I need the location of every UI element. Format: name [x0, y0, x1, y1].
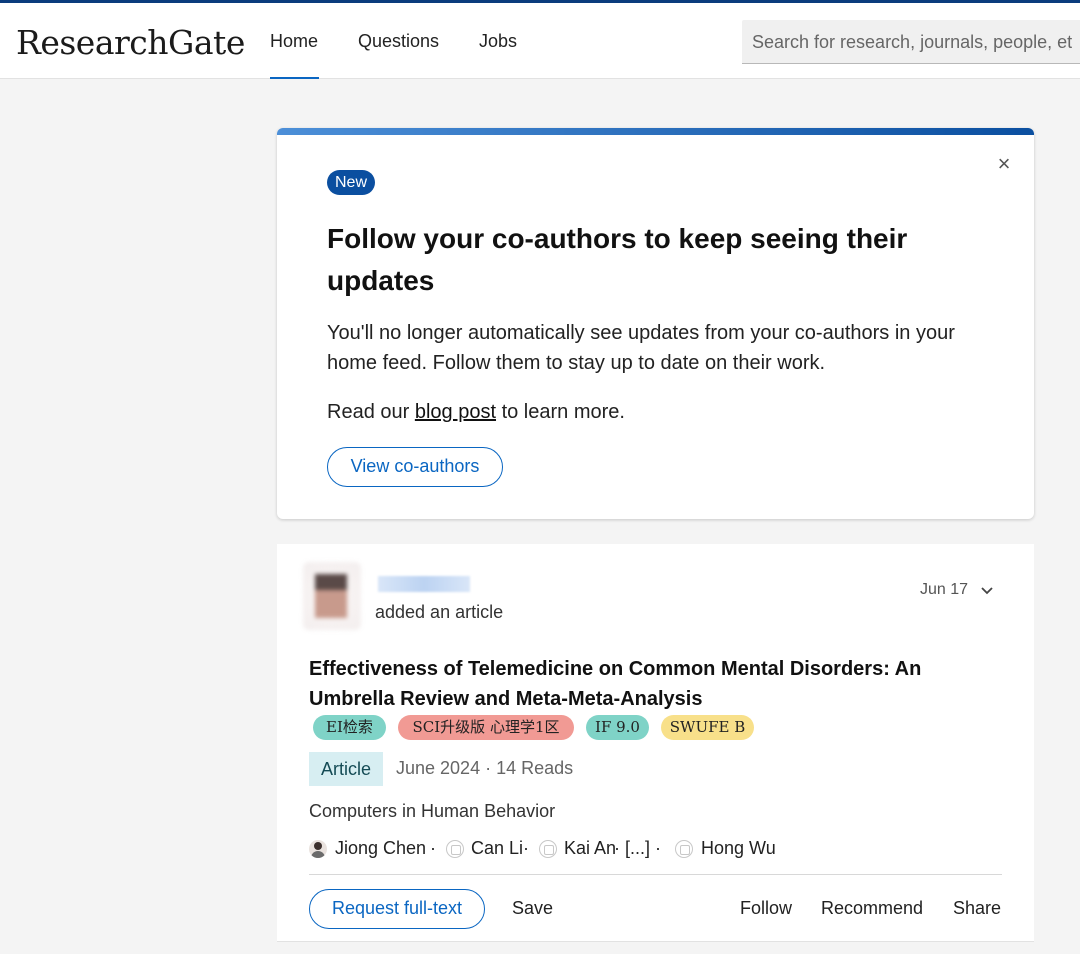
- author-placeholder-icon[interactable]: [675, 840, 693, 858]
- author-separator: ·: [430, 838, 436, 858]
- active-nav-indicator: [270, 77, 319, 79]
- article-type-badge: Article: [309, 752, 383, 786]
- author-name[interactable]: Hong Wu: [701, 838, 776, 859]
- tag-if: IF 9.0: [586, 715, 649, 740]
- blog-suffix: to learn more.: [496, 401, 625, 423]
- actions-divider: [309, 874, 1002, 875]
- blog-post-link[interactable]: blog post: [415, 401, 496, 423]
- nav-home[interactable]: Home: [270, 31, 318, 52]
- avatar[interactable]: [303, 562, 361, 630]
- blurred-author-name[interactable]: [378, 576, 470, 592]
- close-icon[interactable]: ×: [995, 153, 1013, 175]
- promo-accent-bar: [277, 128, 1034, 135]
- author-name[interactable]: Can Li: [471, 838, 523, 859]
- author-placeholder-icon[interactable]: [446, 840, 464, 858]
- nav-jobs[interactable]: Jobs: [479, 31, 517, 52]
- author-placeholder-icon[interactable]: [539, 840, 557, 858]
- co-authors-promo-card: × New Follow your co-authors to keep see…: [277, 128, 1034, 519]
- tag-sci: SCI升级版 心理学1区: [398, 715, 574, 740]
- article-title[interactable]: Effectiveness of Telemedicine on Common …: [309, 654, 989, 714]
- author-separator[interactable]: · [...] ·: [614, 838, 661, 859]
- top-navigation-bar: ResearchGate Home Questions Jobs Search …: [0, 0, 1080, 79]
- author-avatar-icon[interactable]: [309, 840, 327, 858]
- recommend-button[interactable]: Recommend: [821, 898, 923, 919]
- share-button[interactable]: Share: [953, 898, 1001, 919]
- activity-text: added an article: [375, 602, 504, 622]
- request-full-text-button[interactable]: Request full-text: [309, 889, 485, 929]
- post-date: Jun 17: [920, 581, 969, 598]
- promo-blog-line: Read our blog post to learn more.: [327, 397, 625, 427]
- chevron-down-icon[interactable]: [979, 582, 995, 598]
- new-badge: New: [327, 170, 376, 195]
- author-name[interactable]: Kai An: [564, 838, 616, 859]
- blog-prefix: Read our: [327, 401, 415, 423]
- nav-questions[interactable]: Questions: [358, 31, 439, 52]
- search-input[interactable]: Search for research, journals, people, e…: [742, 20, 1080, 64]
- journal-name[interactable]: Computers in Human Behavior: [309, 801, 555, 822]
- feed-item-card: added an article Jun 17 Effectiveness of…: [277, 544, 1034, 942]
- promo-body: You'll no longer automatically see updat…: [327, 322, 955, 374]
- article-meta: June 2024 · 14 Reads: [396, 758, 574, 778]
- view-co-authors-button[interactable]: View co-authors: [327, 447, 503, 487]
- researchgate-logo[interactable]: ResearchGate: [16, 23, 245, 62]
- author-separator: ·: [523, 838, 529, 858]
- tag-swufe: SWUFE B: [661, 715, 754, 740]
- promo-title: Follow your co-authors to keep seeing th…: [327, 223, 908, 296]
- save-button[interactable]: Save: [512, 898, 553, 919]
- tag-ei: EI检索: [313, 715, 386, 740]
- follow-button[interactable]: Follow: [740, 898, 792, 919]
- author-name[interactable]: Jiong Chen: [335, 838, 426, 859]
